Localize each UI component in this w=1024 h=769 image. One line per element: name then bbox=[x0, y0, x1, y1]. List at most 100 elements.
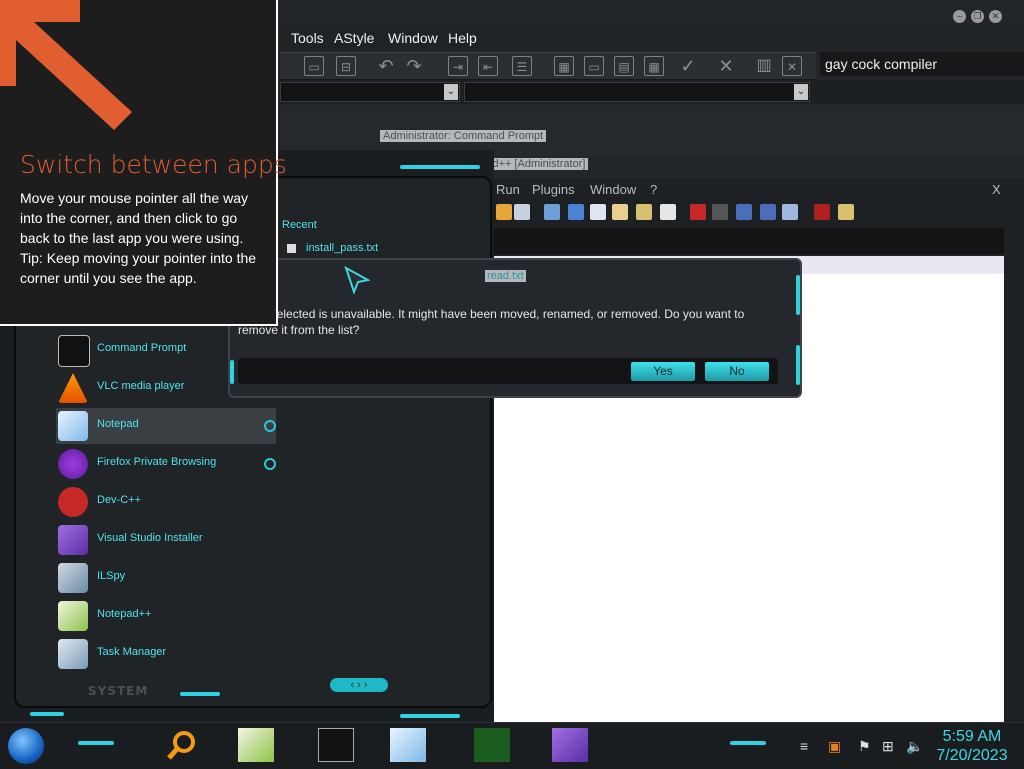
system-label: SYSTEM bbox=[88, 684, 149, 698]
app-label: Visual Studio Installer bbox=[97, 532, 203, 544]
record-icon[interactable] bbox=[690, 204, 706, 220]
ilspy-icon bbox=[58, 563, 88, 593]
taskbar-notepadpp[interactable] bbox=[238, 728, 274, 762]
npp-close-button[interactable]: X bbox=[992, 182, 1001, 197]
wrap-icon[interactable] bbox=[544, 204, 560, 220]
app-label: ILSpy bbox=[97, 570, 126, 582]
ide-panel-area: Administrator: Command Prompt bbox=[280, 106, 1024, 156]
restore-icon[interactable]: ❐ bbox=[971, 10, 984, 23]
split-icon[interactable]: ⊟ bbox=[336, 56, 356, 76]
text-file-icon bbox=[287, 244, 296, 253]
app-visual-studio-installer[interactable]: Visual Studio Installer bbox=[56, 522, 276, 558]
npp-menu-plugins[interactable]: Plugins bbox=[532, 182, 575, 197]
app-devcpp[interactable]: Dev-C++ bbox=[56, 484, 276, 520]
menu-astyle[interactable]: AStyle bbox=[334, 30, 374, 46]
window-controls: – ❐ ✕ bbox=[948, 6, 1002, 24]
tip-text: Move your mouse pointer all the way into… bbox=[20, 190, 248, 246]
devcpp-icon bbox=[58, 487, 88, 517]
app-label: Notepad++ bbox=[97, 608, 152, 620]
minimize-icon[interactable]: – bbox=[953, 10, 966, 23]
stop-icon[interactable] bbox=[712, 204, 728, 220]
grid-icon[interactable]: ▦ bbox=[554, 56, 574, 76]
close-icon[interactable]: ✕ bbox=[989, 10, 1002, 23]
document-icon[interactable]: ▭ bbox=[304, 56, 324, 76]
menu-window[interactable]: Window bbox=[388, 30, 438, 46]
taskbar-command-prompt[interactable] bbox=[318, 728, 354, 762]
app-firefox-private[interactable]: Firefox Private Browsing bbox=[56, 446, 276, 482]
scroll-arrows-icon[interactable]: ‹ › › bbox=[330, 678, 388, 692]
start-button[interactable] bbox=[8, 728, 44, 764]
clock-time[interactable]: 5:59 AM bbox=[930, 728, 1014, 746]
taskbar-notepad[interactable] bbox=[390, 728, 426, 762]
chevron-down-icon: ⌄ bbox=[444, 84, 458, 100]
check-icon[interactable]: ✓ bbox=[678, 56, 698, 76]
taskbar-visual-studio-installer[interactable] bbox=[552, 728, 588, 762]
app-label: VLC media player bbox=[97, 380, 185, 392]
start-menu-accent bbox=[30, 712, 64, 716]
volume-icon[interactable]: 🔈 bbox=[906, 738, 923, 755]
layout-icon[interactable]: ▤ bbox=[614, 56, 634, 76]
function-icon[interactable] bbox=[660, 204, 676, 220]
menu-help[interactable]: Help bbox=[448, 30, 477, 46]
notepadpp-toolbar bbox=[494, 204, 1004, 224]
window-icon[interactable]: ▭ bbox=[584, 56, 604, 76]
network-icon[interactable]: ⊞ bbox=[882, 738, 894, 755]
play-icon[interactable] bbox=[736, 204, 752, 220]
firefox-private-icon bbox=[58, 449, 88, 479]
recent-item-install-pass[interactable]: install_pass.txt bbox=[306, 242, 378, 254]
no-button[interactable]: No bbox=[705, 362, 769, 381]
app-notepadpp[interactable]: Notepad++ bbox=[56, 598, 276, 634]
export-icon[interactable]: ⇤ bbox=[478, 56, 498, 76]
chart-icon[interactable]: ▥ bbox=[754, 56, 774, 76]
bookmark-icon[interactable] bbox=[612, 204, 628, 220]
notepadpp-icon bbox=[238, 728, 239, 729]
indent-guide-icon[interactable] bbox=[590, 204, 606, 220]
task-manager-icon bbox=[58, 639, 88, 669]
pin-icon[interactable] bbox=[264, 458, 276, 470]
play-multiple-icon[interactable] bbox=[760, 204, 776, 220]
import-icon[interactable]: ⇥ bbox=[448, 56, 468, 76]
app-notepad[interactable]: Notepad bbox=[56, 408, 276, 444]
clock-date[interactable]: 7/20/2023 bbox=[930, 747, 1014, 765]
tip-title: Switch between apps bbox=[20, 150, 287, 179]
spellcheck-icon[interactable] bbox=[814, 204, 830, 220]
dialog-title: read.txt bbox=[485, 270, 526, 282]
paste-icon[interactable] bbox=[514, 204, 530, 220]
save-macro-icon[interactable] bbox=[782, 204, 798, 220]
app-ilspy[interactable]: ILSpy bbox=[56, 560, 276, 596]
cancel-icon[interactable]: ✕ bbox=[782, 56, 802, 76]
show-hidden-icons-icon[interactable]: ≡ bbox=[800, 738, 808, 754]
pin-icon[interactable] bbox=[264, 420, 276, 432]
npp-menu-window[interactable]: Window bbox=[590, 182, 636, 197]
search-input[interactable]: gay cock compiler bbox=[820, 52, 1024, 76]
npp-menu-help[interactable]: ? bbox=[650, 182, 657, 197]
copy-icon[interactable] bbox=[496, 204, 512, 220]
open-folder-icon[interactable] bbox=[838, 204, 854, 220]
undo-icon[interactable]: ↶ bbox=[376, 56, 396, 76]
npp-menu-run[interactable]: Run bbox=[496, 182, 520, 197]
function-select[interactable]: ⌄ bbox=[464, 82, 810, 102]
cross-icon[interactable]: ✕ bbox=[716, 56, 736, 76]
taskbar-task-manager[interactable] bbox=[474, 728, 510, 762]
app-tray-icon[interactable]: ▣ bbox=[828, 738, 841, 755]
scope-select[interactable]: ⌄ bbox=[280, 82, 460, 102]
recent-label: Recent bbox=[282, 219, 317, 231]
tiles-icon[interactable]: ▦ bbox=[644, 56, 664, 76]
folder-icon[interactable] bbox=[636, 204, 652, 220]
app-label: Command Prompt bbox=[97, 342, 187, 354]
yes-button[interactable]: Yes bbox=[631, 362, 695, 381]
mouse-cursor-icon bbox=[344, 266, 370, 294]
taskbar-search-app[interactable] bbox=[164, 728, 200, 762]
vlc-icon bbox=[58, 373, 88, 403]
ide-toolbar: ▭ ⊟ ↶ ↷ ⇥ ⇤ ☰ ▦ ▭ ▤ ▦ ✓ ✕ ▥ ✕ bbox=[280, 52, 816, 80]
cmd-window-tab[interactable]: Administrator: Command Prompt bbox=[380, 130, 547, 142]
start-menu-accent bbox=[400, 165, 480, 169]
action-center-flag-icon[interactable]: ⚑ bbox=[858, 738, 871, 755]
start-menu-accent bbox=[180, 692, 220, 696]
redo-icon[interactable]: ↷ bbox=[404, 56, 424, 76]
pilcrow-icon[interactable] bbox=[568, 204, 584, 220]
app-label: Firefox Private Browsing bbox=[97, 456, 217, 468]
comment-icon[interactable]: ☰ bbox=[512, 56, 532, 76]
app-task-manager[interactable]: Task Manager bbox=[56, 636, 276, 672]
menu-tools[interactable]: Tools bbox=[291, 30, 324, 46]
